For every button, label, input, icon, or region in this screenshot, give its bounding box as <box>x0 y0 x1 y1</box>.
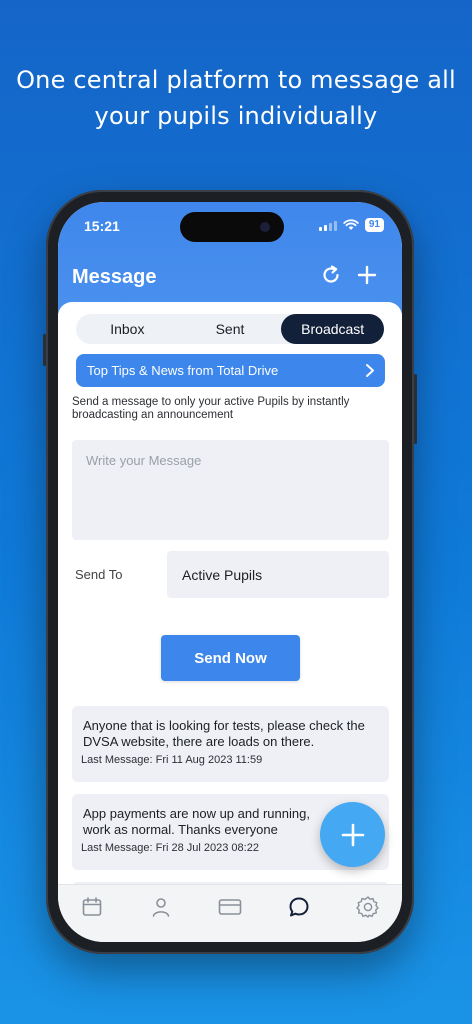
headline-line-1: One central platform to message all <box>16 66 456 94</box>
phone-frame: 15:21 91 Message Inbox Sent Broadcast To… <box>43 190 417 954</box>
card-icon[interactable] <box>216 893 244 921</box>
message-text: App payments are now up and running, wor… <box>83 806 310 837</box>
message-input[interactable] <box>72 440 389 540</box>
message-card[interactable]: Anyone that is looking for tests, please… <box>72 706 389 782</box>
tab-inbox[interactable]: Inbox <box>76 314 179 344</box>
signal-icon <box>318 220 337 231</box>
plus-icon[interactable] <box>354 262 380 288</box>
refresh-icon[interactable] <box>318 262 344 288</box>
person-icon[interactable] <box>147 893 175 921</box>
broadcast-description: Send a message to only your active Pupil… <box>72 396 350 421</box>
send-to-select[interactable]: Active Pupils <box>167 551 389 598</box>
wifi-icon <box>343 219 359 230</box>
message-date: Last Message: Fri 11 Aug 2023 11:59 <box>81 754 263 766</box>
dynamic-island <box>180 212 284 242</box>
tips-banner-label: Top Tips & News from Total Drive <box>87 363 279 378</box>
tab-broadcast[interactable]: Broadcast <box>281 314 385 344</box>
plus-icon <box>341 823 364 846</box>
status-time: 15:21 <box>84 218 120 234</box>
headline-line-2: your pupils individually <box>94 102 378 130</box>
tips-banner[interactable]: Top Tips & News from Total Drive <box>76 354 385 387</box>
phone-side-button <box>43 334 46 366</box>
send-to-label: Send To <box>75 567 123 582</box>
bottom-nav <box>58 884 402 942</box>
send-now-button[interactable]: Send Now <box>161 635 300 681</box>
battery-indicator: 91 <box>364 218 384 232</box>
tab-sent[interactable]: Sent <box>179 314 282 344</box>
app-screen: 15:21 91 Message Inbox Sent Broadcast To… <box>58 202 402 942</box>
headline: One central platform to message all your… <box>0 62 472 134</box>
chevron-right-icon <box>366 364 374 377</box>
chat-icon[interactable] <box>285 893 313 921</box>
message-text: Anyone that is looking for tests, please… <box>83 718 365 749</box>
segmented-tabs: Inbox Sent Broadcast <box>76 314 385 344</box>
top-bar: 15:21 91 Message <box>58 202 402 314</box>
gear-icon[interactable] <box>354 893 382 921</box>
page-title: Message <box>72 266 157 288</box>
status-icons: 91 <box>318 218 384 232</box>
phone-power-button <box>414 374 417 444</box>
new-message-fab[interactable] <box>320 802 385 867</box>
calendar-icon[interactable] <box>78 893 106 921</box>
